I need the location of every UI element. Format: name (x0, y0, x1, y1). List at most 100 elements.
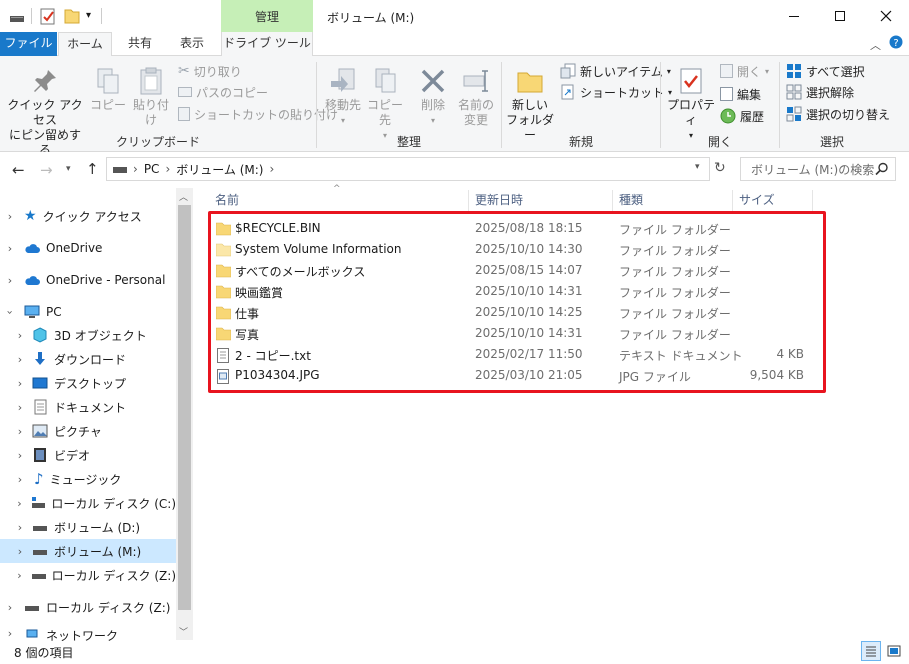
edit-label: 編集 (737, 87, 762, 102)
nav-item-videos[interactable]: › ビデオ (0, 443, 176, 467)
nav-scrollbar-thumb[interactable] (178, 205, 191, 610)
help-icon[interactable]: ? (889, 35, 903, 52)
chevron-right-icon[interactable]: › (4, 210, 16, 223)
address-bar[interactable]: › PC › ボリューム (M:) › (106, 157, 710, 181)
chevron-right-icon[interactable]: › (14, 569, 25, 582)
new-item-button[interactable]: 新しいアイテム ▾ (560, 61, 671, 81)
svg-text:?: ? (893, 38, 898, 49)
back-arrow-icon: ← (12, 161, 25, 179)
chevron-right-icon[interactable]: › (14, 329, 26, 342)
chevron-right-icon[interactable]: › (14, 425, 26, 438)
nav-item-pc[interactable]: › PC (0, 300, 176, 324)
nav-item-documents[interactable]: › ドキュメント (0, 395, 176, 419)
tab-drive-tools[interactable]: ドライブ ツール (221, 32, 313, 56)
nav-item-volume-d[interactable]: › ボリューム (D:) (0, 515, 176, 539)
breadcrumb-separator: › (133, 162, 138, 176)
customize-quick-access-icon[interactable]: ▾ (86, 10, 91, 21)
nav-item-3d-objects[interactable]: › 3D オブジェクト (0, 323, 176, 347)
delete-button[interactable]: 削除 ▾ (414, 66, 452, 128)
move-to-button[interactable]: 移動先 ▾ (320, 66, 366, 128)
column-header-type[interactable]: 種類 (619, 190, 732, 212)
tab-view[interactable]: 表示 (167, 32, 217, 56)
chevron-right-icon[interactable]: › (14, 401, 26, 414)
column-divider[interactable] (468, 190, 469, 212)
minimize-button[interactable] (771, 0, 817, 32)
paste-shortcut-button[interactable]: ショートカットの貼り付け (178, 104, 338, 124)
invert-selection-button[interactable]: 選択の切り替え (786, 104, 890, 124)
new-folder-icon[interactable] (64, 7, 80, 28)
nav-item-downloads[interactable]: › ダウンロード (0, 347, 176, 371)
breadcrumb-pc[interactable]: PC (144, 162, 160, 176)
column-divider[interactable] (732, 190, 733, 212)
chevron-right-icon[interactable]: › (4, 242, 16, 255)
large-icons-view-button[interactable] (884, 641, 904, 661)
nav-item-volume-m[interactable]: › ボリューム (M:) (0, 539, 176, 563)
chevron-right-icon[interactable]: › (4, 627, 16, 640)
copy-path-button[interactable]: パスのコピー (178, 82, 268, 102)
chevron-right-icon[interactable]: › (14, 353, 26, 366)
properties-button[interactable]: プロパティ ▾ (664, 66, 718, 143)
column-divider[interactable] (812, 190, 813, 212)
close-button[interactable] (863, 0, 909, 32)
copy-to-button[interactable]: コピー先 ▾ (362, 66, 408, 143)
chevron-right-icon[interactable]: › (14, 497, 25, 510)
chevron-right-icon[interactable]: › (4, 274, 16, 287)
address-dropdown-button[interactable]: ▾ (695, 162, 700, 172)
nav-item-pictures[interactable]: › ピクチャ (0, 419, 176, 443)
chevron-right-icon[interactable]: › (14, 473, 26, 486)
nav-item-network[interactable]: › ネットワーク (0, 627, 176, 641)
item-count: 8 個の項目 (14, 646, 74, 660)
up-button[interactable]: ↑ (86, 160, 99, 178)
chevron-right-icon[interactable]: › (14, 449, 26, 462)
column-divider[interactable] (612, 190, 613, 212)
nav-item-quick-access[interactable]: › ★ クイック アクセス (0, 204, 176, 228)
copy-icon (97, 68, 119, 94)
scroll-up-icon[interactable]: ︿ (179, 190, 188, 203)
nav-item-local-disk-z[interactable]: › ローカル ディスク (Z:) (0, 563, 176, 587)
forward-button[interactable]: → (40, 161, 53, 179)
collapse-ribbon-icon[interactable]: ︿ (870, 37, 881, 53)
breadcrumb-volume-m[interactable]: ボリューム (M:) (176, 161, 263, 178)
open-button[interactable]: 開く ▾ (720, 61, 769, 81)
tab-file[interactable]: ファイル (0, 32, 57, 56)
details-view-button[interactable] (861, 641, 881, 661)
select-all-icon (787, 64, 801, 78)
nav-item-onedrive-personal[interactable]: › OneDrive - Personal (0, 268, 176, 292)
column-header-size[interactable]: サイズ (739, 190, 812, 212)
rename-button[interactable]: 名前の 変更 (454, 66, 498, 128)
tab-home[interactable]: ホーム (58, 32, 112, 57)
nav-item-local-disk-c[interactable]: › ローカル ディスク (C:) (0, 491, 176, 515)
history-label: 履歴 (740, 109, 765, 124)
nav-item-onedrive[interactable]: › OneDrive (0, 236, 176, 260)
scroll-down-icon[interactable]: ﹀ (179, 625, 188, 638)
select-none-button[interactable]: 選択解除 (786, 82, 854, 102)
refresh-button[interactable]: ↻ (714, 160, 726, 176)
chevron-right-icon[interactable]: › (14, 377, 26, 390)
cut-button[interactable]: ✂ 切り取り (178, 61, 242, 81)
chevron-down-icon[interactable]: › (4, 306, 17, 318)
select-all-button[interactable]: すべて選択 (786, 61, 865, 81)
maximize-button[interactable] (817, 0, 863, 32)
chevron-right-icon[interactable]: › (4, 601, 16, 614)
shortcut-label: ショートカット (580, 85, 665, 100)
nav-item-music[interactable]: › ♪ ミュージック (0, 467, 176, 491)
copy-button[interactable]: コピー (90, 66, 126, 113)
column-header-modified[interactable]: 更新日時 (475, 190, 612, 212)
column-header-name[interactable]: 名前 (215, 190, 468, 212)
chevron-right-icon[interactable]: › (14, 545, 26, 558)
nav-item-local-disk-z-network[interactable]: › ローカル ディスク (Z:) (0, 595, 176, 619)
tab-share[interactable]: 共有 (113, 32, 167, 56)
properties-icon[interactable] (40, 7, 56, 28)
nav-item-desktop[interactable]: › デスクトップ (0, 371, 176, 395)
new-folder-button[interactable]: 新しい フォルダー (504, 66, 556, 143)
shortcut-button[interactable]: ショートカット ▾ (560, 82, 672, 102)
chevron-right-icon[interactable]: › (14, 521, 26, 534)
edit-button[interactable]: 編集 (720, 84, 761, 104)
back-button[interactable]: ← (12, 161, 25, 179)
search-input[interactable]: ボリューム (M:)の検索 (740, 157, 896, 181)
paste-shortcut-icon (178, 107, 190, 121)
cloud-icon (25, 243, 40, 253)
history-button[interactable]: 履歴 (720, 106, 764, 126)
paste-button[interactable]: 貼り付け (128, 66, 174, 128)
recent-locations-button[interactable]: ▾ (66, 164, 71, 174)
